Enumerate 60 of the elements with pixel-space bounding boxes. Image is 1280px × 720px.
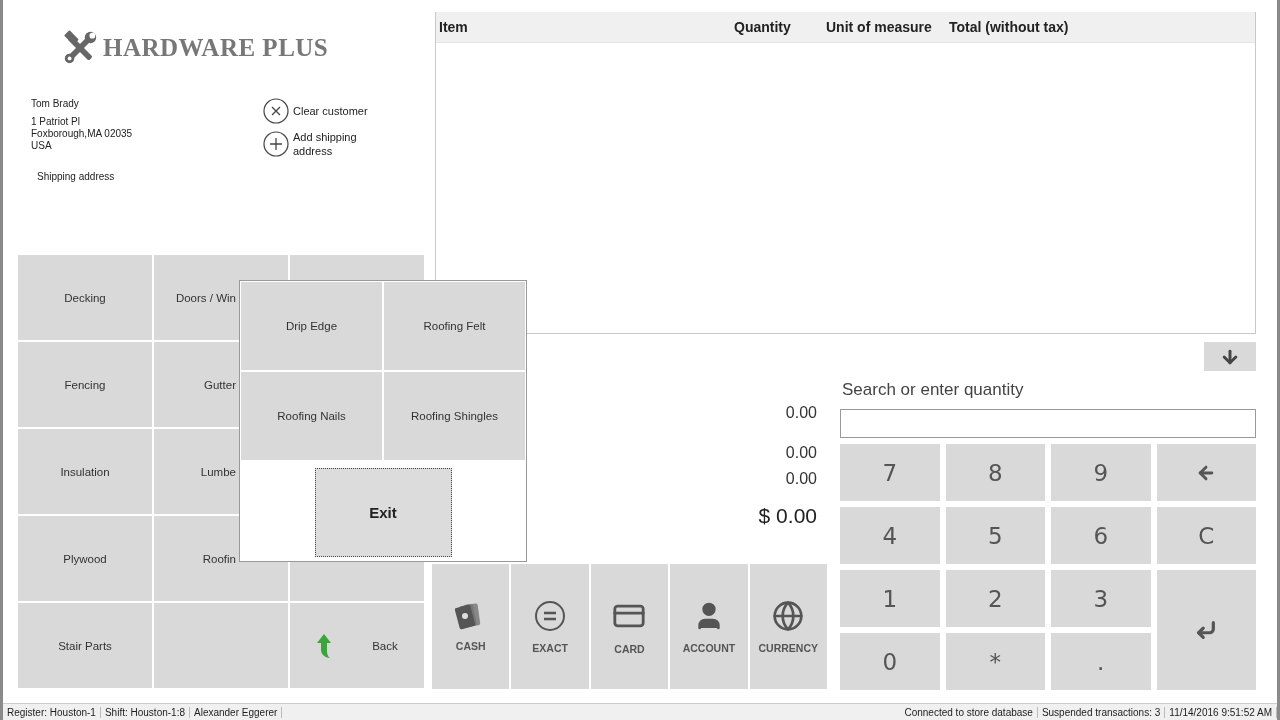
keypad-key[interactable]: 5 — [945, 507, 1045, 564]
payment-button[interactable]: EXACT — [511, 564, 589, 689]
address-line: USA — [31, 140, 53, 152]
status-text: Shift: Houston-1:8 — [100, 706, 190, 718]
column-header: Item — [439, 19, 469, 35]
keypad-key[interactable]: 9 — [1051, 444, 1151, 501]
keypad-key[interactable]: 6 — [1051, 507, 1151, 564]
subcategory-button[interactable]: Roofing Felt — [384, 282, 525, 370]
search-field[interactable] — [840, 409, 1256, 438]
category-button[interactable]: Insulation — [18, 429, 152, 514]
keypad-key[interactable]: * — [945, 633, 1045, 690]
close-icon — [263, 98, 289, 124]
arrow-up-icon — [316, 632, 333, 659]
total-value: 0.00 — [785, 470, 817, 488]
keypad-key[interactable]: 0 — [840, 633, 940, 690]
payment-button[interactable]: CURRENCY — [749, 564, 827, 689]
total-value: 0.00 — [785, 444, 817, 462]
keypad-key[interactable]: C — [1156, 507, 1256, 564]
back-button[interactable]: Back — [290, 603, 424, 688]
search-label: Search or enter quantity — [842, 380, 1025, 400]
plus-icon — [263, 131, 289, 157]
keypad-key[interactable]: 4 — [840, 507, 940, 564]
payment-button[interactable]: CASH — [432, 564, 510, 689]
status-text: Register: Houston-1 — [3, 706, 101, 718]
payment-button[interactable]: CARD — [590, 564, 669, 689]
scroll-down-button[interactable] — [1204, 342, 1256, 371]
total-value: 0.00 — [785, 404, 817, 422]
keypad-key[interactable]: 7 — [840, 444, 940, 501]
category-button[interactable]: Stair Parts — [18, 603, 152, 688]
keypad-key[interactable]: 8 — [945, 444, 1045, 501]
subcategory-button[interactable]: Roofing Nails — [241, 372, 382, 460]
address-line: Foxborough,MA 02035 — [31, 128, 134, 140]
payment-button[interactable]: ACCOUNT — [670, 564, 748, 689]
action-link[interactable]: Add shipping address — [293, 130, 383, 158]
amount-due: $ 0.00 — [758, 504, 817, 528]
exit-button[interactable]: Exit — [314, 468, 452, 557]
keypad-key[interactable]: 2 — [945, 570, 1045, 627]
globe-icon — [772, 599, 805, 632]
status-text: Alexander Eggerer — [190, 706, 283, 718]
logo-text: HARDWARE PLUS — [103, 34, 329, 62]
category-button[interactable]: Plywood — [18, 516, 152, 601]
keypad-key[interactable]: 1 — [840, 570, 940, 627]
enter-icon — [1195, 619, 1218, 641]
equals-icon — [534, 599, 567, 632]
column-header: Quantity — [734, 19, 792, 35]
category-button[interactable]: Fencing — [18, 342, 152, 427]
customer-name: Tom Brady — [31, 98, 80, 109]
status-text: Connected to store database — [900, 706, 1038, 718]
column-header: Unit of measure — [826, 19, 933, 35]
keypad-key[interactable]: 3 — [1051, 570, 1151, 627]
keypad-key[interactable]: . — [1051, 633, 1151, 690]
shipping-address-label: Shipping address — [37, 171, 116, 182]
status-text: 11/14/2016 9:51:52 AM — [1165, 706, 1277, 718]
category-button[interactable]: Decking — [18, 255, 152, 340]
subcategory-button[interactable]: Drip Edge — [241, 282, 382, 370]
status-text: Suspended transactions: 3 — [1037, 706, 1166, 718]
subcategory-button[interactable]: Roofing Shingles — [384, 372, 525, 460]
column-header: Total (without tax) — [949, 19, 1070, 35]
action-link[interactable]: Clear customer — [293, 104, 383, 118]
address-line: 1 Patriot Pl — [31, 116, 81, 128]
